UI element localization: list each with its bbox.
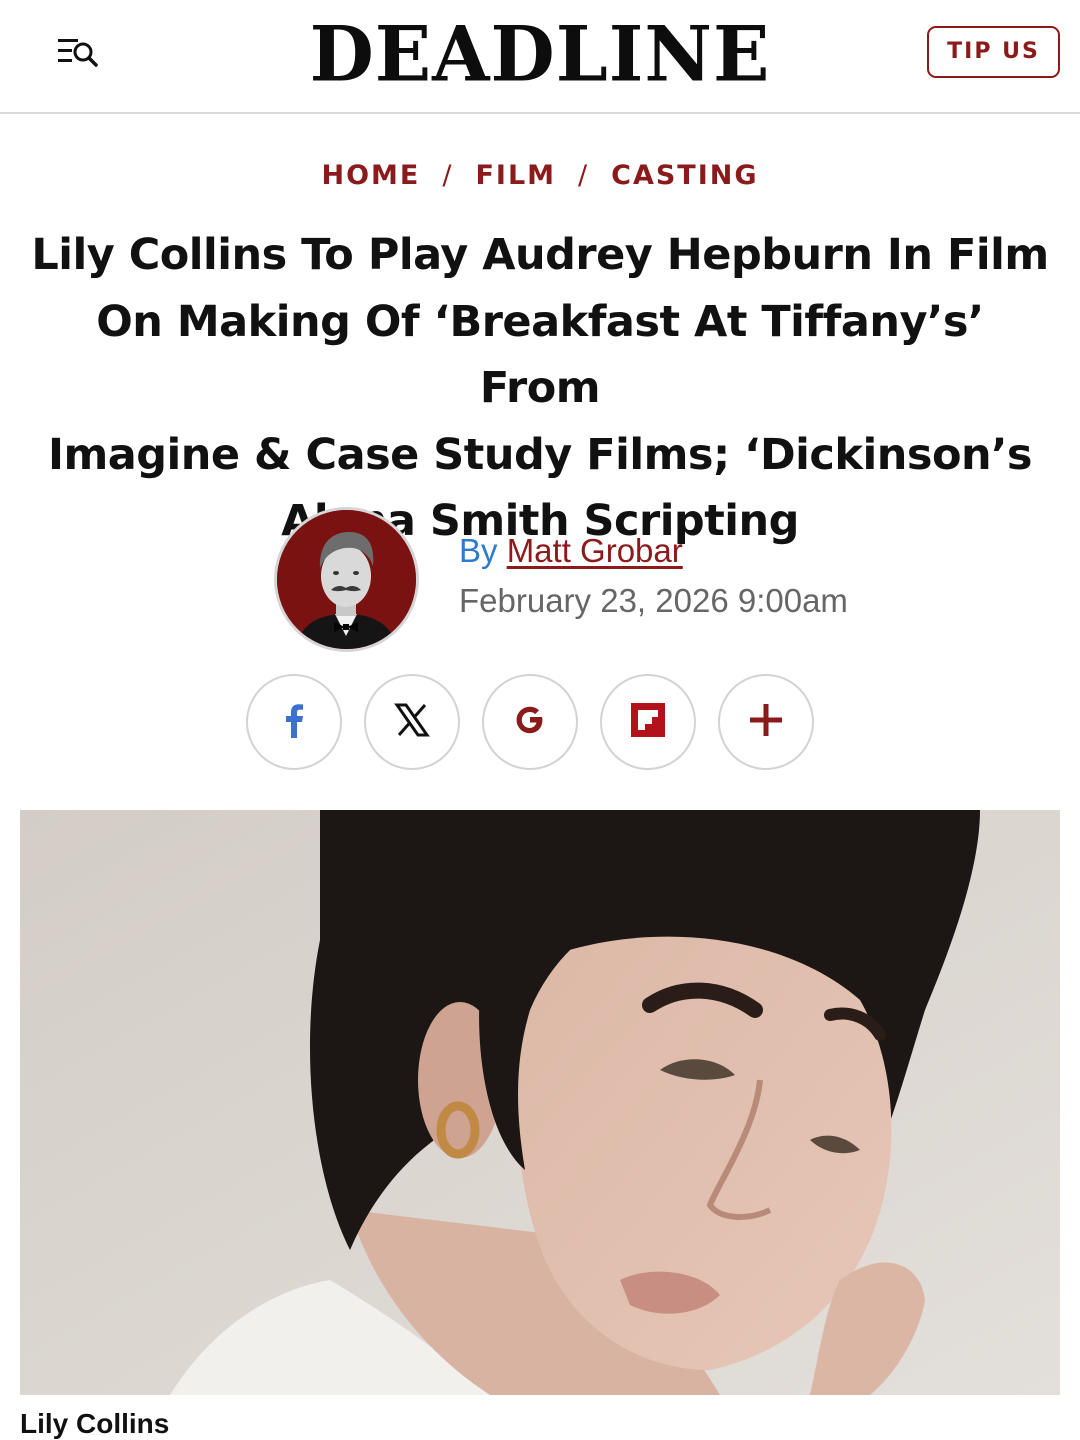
author-avatar[interactable] [274, 507, 419, 652]
share-x-button[interactable] [364, 674, 460, 770]
breadcrumb: HOME / FILM / CASTING [0, 160, 1080, 191]
breadcrumb-separator: / [442, 160, 454, 191]
site-logo[interactable]: DEADLINE [240, 9, 840, 101]
tip-us-button[interactable]: TIP US [927, 26, 1060, 78]
share-facebook-button[interactable] [246, 674, 342, 770]
site-header: DEADLINE TIP US [0, 0, 1080, 114]
share-google-button[interactable] [482, 674, 578, 770]
breadcrumb-home[interactable]: HOME [321, 160, 420, 191]
share-more-button[interactable] [718, 674, 814, 770]
share-flipboard-button[interactable] [600, 674, 696, 770]
flipboard-icon [630, 702, 666, 743]
google-icon [513, 703, 547, 742]
author-link[interactable]: Matt Grobar [507, 532, 683, 569]
x-icon [394, 702, 430, 743]
breadcrumb-separator: / [578, 160, 590, 191]
article-headline: Lily Collins To Play Audrey Hepburn In F… [30, 222, 1050, 555]
breadcrumb-film[interactable]: FILM [475, 160, 556, 191]
menu-search-icon[interactable] [56, 33, 100, 71]
headline-line: On Making Of ‘Breakfast At Tiffany’s’ Fr… [96, 296, 984, 414]
image-caption: Lily Collins [20, 1408, 170, 1439]
plus-icon [747, 701, 785, 744]
byline: By Matt Grobar [459, 532, 683, 570]
headline-line: Imagine & Case Study Films; ‘Dickinson’s [47, 429, 1033, 480]
facebook-icon [274, 700, 314, 745]
hero-image [20, 810, 1060, 1395]
publish-date: February 23, 2026 9:00am [459, 582, 848, 619]
breadcrumb-casting[interactable]: CASTING [611, 160, 758, 191]
headline-line: Lily Collins To Play Audrey Hepburn In F… [31, 230, 1049, 280]
byline-label: By [459, 532, 498, 569]
